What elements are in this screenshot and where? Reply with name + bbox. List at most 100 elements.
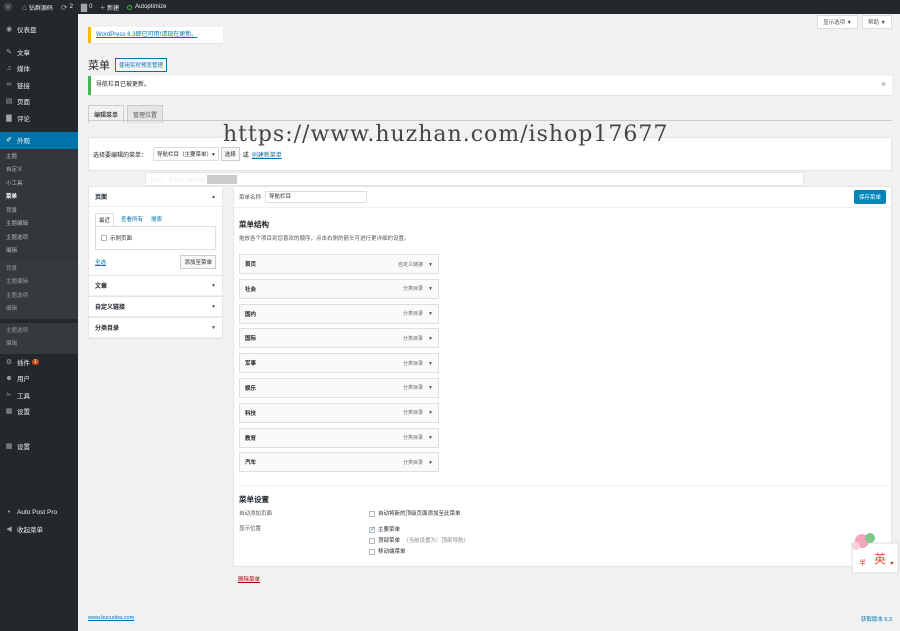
submenu-item[interactable]: 编辑 [0, 338, 78, 352]
menu-item[interactable]: 军事 分类目录 ▼ [239, 353, 439, 374]
sidebar-label: 工具 [17, 392, 30, 400]
location-text: 移动端菜单 [378, 549, 406, 555]
expand-arrow-icon[interactable]: ▼ [428, 286, 433, 292]
updates-link[interactable]: ⟳ 2 [57, 0, 77, 14]
posts-box[interactable]: 文章 ▼ [88, 275, 223, 296]
sidebar-item-media[interactable]: ♫ 媒体 [0, 60, 78, 77]
menu-select-dropdown[interactable]: 导航栏目（主要菜单）▾ [153, 147, 219, 161]
wordpress-logo-icon[interactable]: Ⓦ [0, 0, 18, 14]
submenu-item-menus[interactable]: 菜单 [0, 191, 78, 205]
menu-name-input[interactable]: 导航栏目 [265, 191, 368, 203]
submenu-item[interactable]: 背景 [0, 205, 78, 219]
expand-arrow-icon[interactable]: ▼ [428, 311, 433, 317]
menu-structure: 菜单结构 拖放各个项目到您喜欢的顺序，点击右侧的箭头可进行更详细的设置。 [239, 219, 410, 242]
create-menu-link[interactable]: 创建新菜单 [252, 150, 282, 159]
location-checkbox-top[interactable] [369, 537, 375, 544]
submenu-item[interactable]: 编辑 [0, 303, 78, 317]
delete-menu-link[interactable]: 删除菜单 [238, 575, 260, 583]
sidebar-label: 用户 [17, 376, 30, 384]
menu-item[interactable]: 汽车 分类目录 ▼ [239, 452, 439, 473]
menu-item[interactable]: 国际 分类目录 ▼ [239, 328, 439, 349]
tab-view-all[interactable]: 查看所有 [120, 213, 144, 226]
menu-item-label: 娱乐 [245, 385, 257, 392]
sidebar-item-links[interactable]: ∞ 链接 [0, 77, 78, 94]
sidebar-item-users[interactable]: ☻ 用户 [0, 370, 78, 387]
custom-links-box[interactable]: 自定义链接 ▼ [88, 296, 223, 317]
sidebar-item-appearance[interactable]: ✐ 外观 [0, 132, 78, 149]
submenu-item[interactable]: 主题编辑 [0, 218, 78, 232]
pages-box-header[interactable]: 页面 ▲ [89, 187, 222, 207]
save-menu-button[interactable]: 保存菜单 [853, 190, 886, 204]
menu-item[interactable]: 科技 分类目录 ▼ [239, 402, 439, 423]
expand-arrow-icon[interactable]: ▼ [428, 460, 433, 466]
sidebar-item-auto-post-pro[interactable]: • Auto Post Pro [0, 504, 78, 521]
submenu-item[interactable]: 主题编辑 [0, 276, 78, 290]
collapse-menu-button[interactable]: ◀ 收起菜单 [0, 521, 78, 538]
live-preview-button[interactable]: 使用实时预览管理 [115, 58, 168, 72]
caret-up-icon: ▲ [211, 193, 216, 200]
menu-item[interactable]: 教育 分类目录 ▼ [239, 427, 439, 448]
sidebar-label: 页面 [17, 99, 30, 107]
caret-down-icon: ▼ [211, 324, 216, 331]
location-checkbox-mobile[interactable] [369, 548, 375, 555]
sidebar-item-settings[interactable]: ▦ 设置 [0, 403, 78, 420]
location-checkbox-primary[interactable] [369, 525, 376, 533]
menu-item[interactable]: 娱乐 分类目录 ▼ [239, 377, 439, 398]
location-text: 主要菜单 [378, 527, 401, 533]
submenu-item[interactable]: 主题选项 [0, 290, 78, 304]
comments-link[interactable]: ▇ 0 [77, 0, 97, 14]
sidebar-item-pages[interactable]: ▤ 页面 [0, 93, 78, 110]
expand-arrow-icon[interactable]: ▼ [428, 435, 433, 441]
sidebar-label: 链接 [17, 82, 30, 90]
user-icon: ☻ [5, 374, 13, 382]
page-checkbox[interactable] [101, 235, 107, 241]
categories-box[interactable]: 分类目录 ▼ [88, 317, 223, 339]
menu-item-label: 科技 [245, 410, 257, 417]
submenu-item[interactable]: 小工具 [0, 178, 78, 192]
expand-arrow-icon[interactable]: ▼ [428, 410, 433, 416]
submenu-item[interactable]: 主题选项 [0, 325, 78, 339]
autoptimize-link[interactable]: Autoptimize [123, 0, 170, 14]
submenu-item[interactable]: 主题 [0, 151, 78, 165]
tab-search[interactable]: 搜索 [150, 213, 163, 226]
menu-item[interactable]: 首页 自定义链接 ▼ [239, 254, 439, 274]
tab-recent[interactable]: 最近 [95, 213, 115, 226]
wordpress-version-link[interactable]: WordPress 6.3即已可用! [96, 32, 161, 38]
sidebar-item-posts[interactable]: ✎ 文章 [0, 44, 78, 61]
expand-arrow-icon[interactable]: ▼ [428, 336, 433, 342]
main-content: 显示选项 ▼ 帮助 ▼ WordPress 6.3即已可用!请现在更新。 菜单 … [88, 14, 893, 631]
version-text: 获取版本 6.3 [860, 617, 892, 623]
submenu-item[interactable]: 主题选项 [0, 232, 78, 246]
brush-icon: ✐ [6, 137, 12, 145]
top-buttons: 显示选项 ▼ 帮助 ▼ [817, 15, 892, 29]
help-button[interactable]: 帮助 ▼ [862, 15, 892, 29]
sidebar-item-tools[interactable]: ✁ 工具 [0, 387, 78, 404]
submenu-item[interactable]: 自定义 [0, 164, 78, 178]
sidebar-item-plugins[interactable]: ⚙ 插件 1 [0, 354, 78, 371]
box-title: 自定义链接 [95, 305, 126, 311]
update-now-link[interactable]: 请现在更新。 [161, 32, 197, 38]
auto-add-checkbox[interactable] [369, 510, 375, 517]
add-to-menu-button[interactable]: 添加至菜单 [180, 255, 216, 269]
select-button[interactable]: 选择 [220, 147, 240, 161]
menu-item-type: 分类目录 [403, 385, 424, 392]
sidebar-item-settings-2[interactable]: ▦ 设置 [0, 438, 78, 455]
expand-arrow-icon[interactable]: ▼ [428, 262, 433, 268]
sidebar-item-dashboard[interactable]: ◉ 仪表盘 [0, 21, 78, 38]
page-item-label: 示例页面 [110, 236, 133, 242]
submenu-item[interactable]: 编辑 [0, 245, 78, 259]
new-content-link[interactable]: + 新建 [96, 0, 123, 14]
expand-arrow-icon[interactable]: ▼ [428, 385, 433, 391]
screen-options-button[interactable]: 显示选项 ▼ [817, 15, 859, 29]
language-sticker[interactable]: 半 英 ♥ [848, 531, 900, 576]
sidebar-item-comments[interactable]: ▇ 评论 [0, 110, 78, 127]
appearance-submenu: 主题 自定义 小工具 菜单 背景 主题编辑 主题选项 编辑 [0, 148, 78, 261]
submenu-item[interactable]: 背景 [0, 263, 78, 277]
footer-link[interactable]: www.bucuoba.com [88, 615, 134, 621]
site-name-link[interactable]: ⌂ 钻群源码 [18, 0, 57, 14]
menu-item[interactable]: 社会 分类目录 ▼ [239, 278, 439, 299]
menu-item[interactable]: 国内 分类目录 ▼ [239, 303, 439, 324]
select-all-link[interactable]: 全选 [95, 258, 106, 266]
dismiss-icon[interactable]: ⊗ [881, 76, 886, 95]
expand-arrow-icon[interactable]: ▼ [428, 361, 433, 367]
